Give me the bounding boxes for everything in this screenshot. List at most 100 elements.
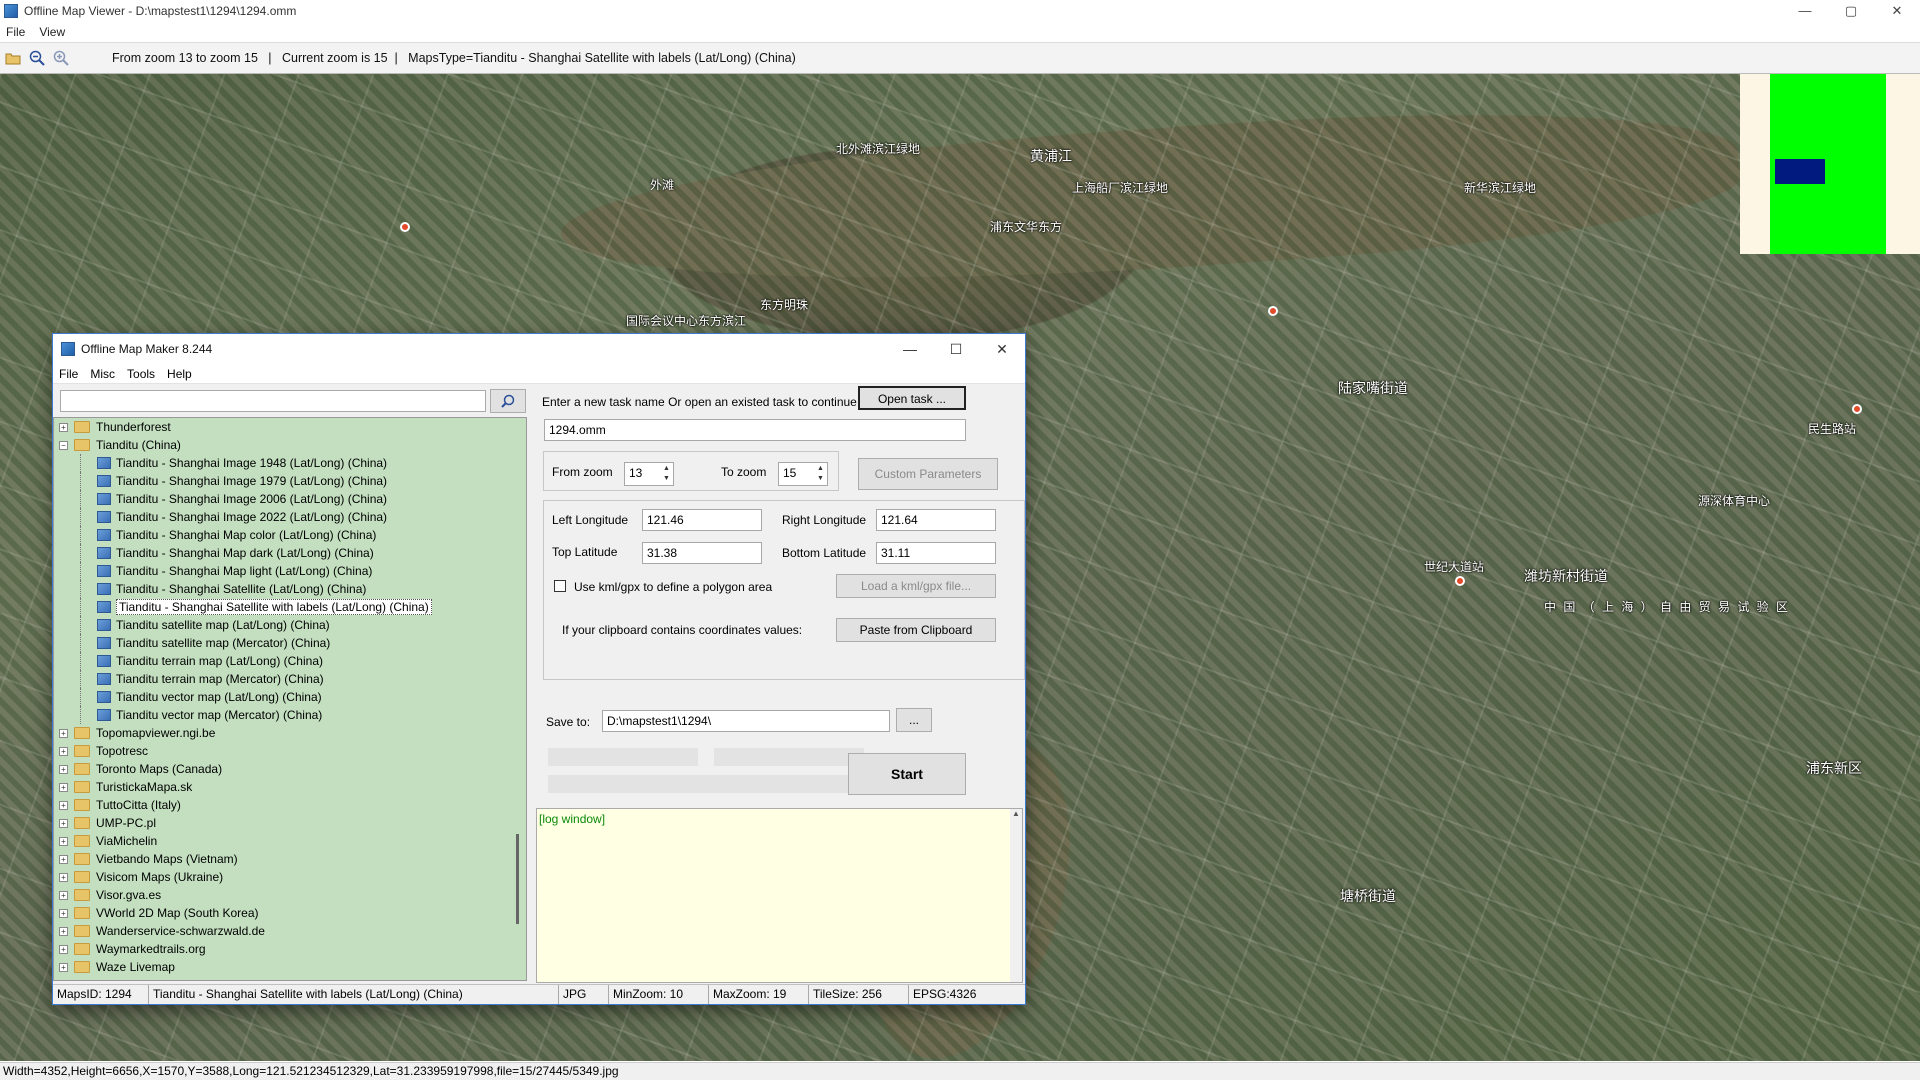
expand-icon[interactable]: + — [59, 836, 68, 846]
tree-folder-item[interactable]: + TuttoCitta (Italy) — [54, 796, 526, 814]
tree-item-label: Tianditu - Shanghai Map dark (Lat/Long) … — [116, 546, 374, 560]
tree-folder-item[interactable]: + Visicom Maps (Ukraine) — [54, 868, 526, 886]
use-kml-checkbox[interactable] — [554, 580, 566, 592]
expand-icon[interactable]: + — [59, 422, 68, 432]
menu-file[interactable]: File — [6, 25, 25, 39]
expand-icon[interactable]: + — [59, 728, 68, 738]
expand-icon[interactable]: + — [59, 800, 68, 810]
search-button[interactable] — [490, 389, 526, 413]
tree-map-item[interactable]: Tianditu - Shanghai Map dark (Lat/Long) … — [54, 544, 526, 562]
maximize-button[interactable]: ▢ — [1828, 0, 1874, 22]
to-zoom-arrows[interactable]: ▲ ▼ — [815, 464, 826, 484]
search-icon — [501, 394, 515, 408]
save-to-field[interactable]: D:\mapstest1\1294\ — [602, 710, 890, 732]
expand-icon[interactable]: + — [59, 764, 68, 774]
spin-up-icon[interactable]: ▲ — [661, 464, 672, 474]
from-zoom-stepper[interactable]: 13 ▲ ▼ — [624, 462, 674, 486]
spin-down-icon[interactable]: ▼ — [661, 474, 672, 484]
expand-icon[interactable]: + — [59, 782, 68, 792]
expand-icon[interactable]: + — [59, 962, 68, 972]
dialog-minimize-button[interactable]: — — [887, 334, 933, 364]
minimize-button[interactable]: — — [1782, 0, 1828, 22]
from-zoom-arrows[interactable]: ▲ ▼ — [661, 464, 672, 484]
tree-folder-item[interactable]: + Thunderforest — [54, 418, 526, 436]
tree-map-item[interactable]: Tianditu - Shanghai Image 2006 (Lat/Long… — [54, 490, 526, 508]
tree-map-item[interactable]: Tianditu terrain map (Lat/Long) (China) — [54, 652, 526, 670]
folder-icon — [74, 889, 90, 901]
expand-icon[interactable]: + — [59, 890, 68, 900]
tree-folder-item[interactable]: + ViaMichelin — [54, 832, 526, 850]
tree-folder-item[interactable]: + TuristickaMapa.sk — [54, 778, 526, 796]
custom-parameters-button[interactable]: Custom Parameters — [858, 458, 998, 490]
dialog-menu-file[interactable]: File — [59, 367, 78, 381]
tree-item-label: TuttoCitta (Italy) — [96, 798, 181, 812]
dialog-titlebar[interactable]: Offline Map Maker 8.244 — ☐ ✕ — [53, 334, 1025, 364]
tree-folder-item[interactable]: + Topomapviewer.ngi.be — [54, 724, 526, 742]
zoom-in-icon[interactable] — [50, 47, 72, 69]
dialog-menu-tools[interactable]: Tools — [127, 367, 155, 381]
log-scrollbar[interactable]: ▲ — [1010, 809, 1022, 982]
expand-icon[interactable]: + — [59, 908, 68, 918]
tree-folder-item[interactable]: + Vietbando Maps (Vietnam) — [54, 850, 526, 868]
open-task-button[interactable]: Open task ... — [858, 386, 966, 410]
load-kml-button[interactable]: Load a kml/gpx file... — [836, 574, 996, 598]
tree-map-item[interactable]: Tianditu - Shanghai Image 2022 (Lat/Long… — [54, 508, 526, 526]
expand-icon[interactable]: + — [59, 926, 68, 936]
zoom-out-icon[interactable] — [26, 47, 48, 69]
tree-folder-item[interactable]: − Tianditu (China) — [54, 436, 526, 454]
dialog-menu-help[interactable]: Help — [167, 367, 192, 381]
tree-folder-item[interactable]: + Waze Livemap — [54, 958, 526, 976]
tree-map-item[interactable]: Tianditu satellite map (Lat/Long) (China… — [54, 616, 526, 634]
start-button[interactable]: Start — [848, 753, 966, 795]
right-longitude-field[interactable]: 121.64 — [876, 509, 996, 531]
search-input[interactable] — [60, 390, 486, 412]
tree-map-item[interactable]: Tianditu - Shanghai Image 1948 (Lat/Long… — [54, 454, 526, 472]
close-button[interactable]: ✕ — [1874, 0, 1920, 22]
tree-connector — [80, 562, 81, 580]
tree-map-item[interactable]: Tianditu - Shanghai Map color (Lat/Long)… — [54, 526, 526, 544]
tree-folder-item[interactable]: + Wanderservice-schwarzwald.de — [54, 922, 526, 940]
tree-map-item[interactable]: Tianditu vector map (Lat/Long) (China) — [54, 688, 526, 706]
expand-icon[interactable]: + — [59, 818, 68, 828]
tree-map-item[interactable]: Tianditu - Shanghai Satellite with label… — [54, 598, 526, 616]
expand-icon[interactable]: + — [59, 872, 68, 882]
tree-folder-item[interactable]: + Toronto Maps (Canada) — [54, 760, 526, 778]
spin-up-icon[interactable]: ▲ — [815, 464, 826, 474]
tree-item-label: Tianditu - Shanghai Image 1979 (Lat/Long… — [116, 474, 388, 488]
tree-map-item[interactable]: Tianditu - Shanghai Image 1979 (Lat/Long… — [54, 472, 526, 490]
tree-folder-item[interactable]: + Topotresc — [54, 742, 526, 760]
bottom-latitude-field[interactable]: 31.11 — [876, 542, 996, 564]
dialog-maximize-button[interactable]: ☐ — [933, 334, 979, 364]
to-zoom-stepper[interactable]: 15 ▲ ▼ — [778, 462, 828, 486]
collapse-icon[interactable]: − — [59, 440, 68, 450]
overview-minimap[interactable] — [1740, 74, 1920, 254]
expand-icon[interactable]: + — [59, 854, 68, 864]
tree-map-item[interactable]: Tianditu terrain map (Mercator) (China) — [54, 670, 526, 688]
tree-folder-item[interactable]: + UMP-PC.pl — [54, 814, 526, 832]
tree-scrollbar-thumb[interactable] — [516, 834, 519, 924]
tree-map-item[interactable]: Tianditu - Shanghai Map light (Lat/Long)… — [54, 562, 526, 580]
tree-map-item[interactable]: Tianditu satellite map (Mercator) (China… — [54, 634, 526, 652]
paste-from-clipboard-button[interactable]: Paste from Clipboard — [836, 618, 996, 642]
top-latitude-field[interactable]: 31.38 — [642, 542, 762, 564]
left-longitude-field[interactable]: 121.46 — [642, 509, 762, 531]
expand-icon[interactable]: + — [59, 944, 68, 954]
menu-view[interactable]: View — [39, 25, 65, 39]
tree-connector — [80, 580, 81, 598]
map-source-tree[interactable]: + Thunderforest − Tianditu (China) Tianditu … — [53, 417, 527, 981]
tree-map-item[interactable]: Tianditu vector map (Mercator) (China) — [54, 706, 526, 724]
log-window[interactable]: [log window] ▲ — [536, 808, 1023, 983]
dialog-menu-misc[interactable]: Misc — [90, 367, 115, 381]
task-name-field[interactable]: 1294.omm — [544, 419, 966, 441]
open-folder-icon[interactable] — [2, 47, 24, 69]
spin-down-icon[interactable]: ▼ — [815, 474, 826, 484]
tree-scrollbar[interactable] — [512, 418, 526, 980]
dialog-close-button[interactable]: ✕ — [979, 334, 1025, 364]
tree-map-item[interactable]: Tianditu - Shanghai Satellite (Lat/Long)… — [54, 580, 526, 598]
browse-button[interactable]: ... — [896, 708, 932, 732]
tree-folder-item[interactable]: + Visor.gva.es — [54, 886, 526, 904]
tree-folder-item[interactable]: + Waymarkedtrails.org — [54, 940, 526, 958]
expand-icon[interactable]: + — [59, 746, 68, 756]
map-layer-icon — [97, 511, 111, 523]
tree-folder-item[interactable]: + VWorld 2D Map (South Korea) — [54, 904, 526, 922]
